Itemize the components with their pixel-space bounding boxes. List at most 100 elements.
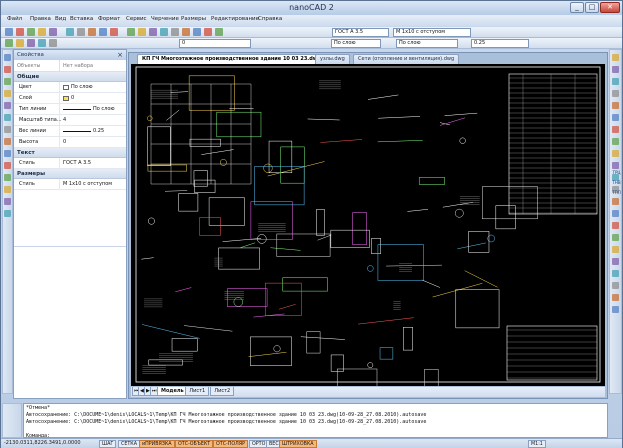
menu-view[interactable]: Вид [55,16,66,22]
property-value[interactable]: М 1х10 с отступом [60,179,126,189]
match-icon[interactable] [127,28,135,36]
property-value[interactable]: По слою [60,104,126,114]
modify-tool-icon[interactable] [612,210,619,217]
property-category[interactable]: Общие [14,72,126,82]
modify-tool-icon[interactable] [612,246,619,253]
property-value[interactable]: По слою [60,82,126,92]
modify-tool-icon[interactable] [612,282,619,289]
linetype-select[interactable]: По слою [396,39,458,48]
selection-row[interactable]: Объекты Нет набора [14,60,126,72]
property-category[interactable]: Текст [14,148,126,158]
spline-tool-icon[interactable] [4,126,11,133]
modify-tool-icon[interactable] [612,54,619,61]
block-tool-icon[interactable] [4,186,11,193]
circle-tool-icon[interactable] [4,78,11,85]
property-row[interactable]: Стиль М 1х10 с отступом [14,179,126,190]
lineweight-select[interactable]: 0.25 [471,39,529,48]
text-tool-icon[interactable] [4,162,11,169]
status-toggle[interactable]: ОТС-ПОЛЯР [213,440,249,448]
command-line[interactable]: *Отмена* Автосохранение: C:\DOCUME~1\deni… [23,403,608,438]
undo-icon[interactable] [99,28,107,36]
maximize-button[interactable]: □ [585,2,599,13]
document-tab[interactable]: КП ГЧ Многоэтажное производственное здан… [137,54,329,64]
ellipse-tool-icon[interactable] [4,138,11,145]
right-panel-label[interactable]: ТНВ [611,180,622,185]
new-icon[interactable] [5,28,13,36]
menu-file[interactable]: Файл [7,16,22,22]
status-toggle[interactable]: ОТС-ОБЪЕКТ [175,440,214,448]
command-panel-grip[interactable] [2,403,22,438]
save-icon[interactable] [27,28,35,36]
modify-tool-icon[interactable] [612,258,619,265]
menu-edit[interactable]: Правка [30,16,51,22]
modify-tool-icon[interactable] [612,78,619,85]
drawing-canvas[interactable] [131,64,605,386]
modify-tool-icon[interactable] [612,102,619,109]
property-value[interactable]: ГОСТ А 3.5 [60,158,126,168]
modify-tool-icon[interactable] [612,138,619,145]
modify-tool-icon[interactable] [612,126,619,133]
layer-manager-icon[interactable] [5,39,13,47]
property-row[interactable]: Тип линии По слою [14,104,126,115]
status-toggle[interactable]: ШАГ [99,440,117,448]
props-icon[interactable] [204,28,212,36]
color-select[interactable]: По слою [331,39,381,48]
layer-select[interactable]: 0 [179,39,251,48]
arc-tool-icon[interactable] [4,90,11,97]
status-toggle[interactable]: иПРИВЯЗКА [139,440,175,448]
zoom-extents-icon[interactable] [171,28,179,36]
modify-tool-icon[interactable] [612,294,619,301]
status-toggle[interactable]: СЕТКА [118,440,140,448]
modify-tool-icon[interactable] [612,234,619,241]
mtext-tool-icon[interactable] [4,174,11,181]
modify-tool-icon[interactable] [612,270,619,277]
layers-icon[interactable] [193,28,201,36]
modify-tool-icon[interactable] [612,198,619,205]
make-current-icon[interactable] [49,39,57,47]
property-row[interactable]: Стиль ГОСТ А 3.5 [14,158,126,169]
copy-icon[interactable] [77,28,85,36]
menu-help[interactable]: Справка [258,16,282,22]
property-row[interactable]: Вес линии 0.25 [14,126,126,137]
sheet-tab[interactable]: Модель [157,387,188,396]
layer-off-icon[interactable] [27,39,35,47]
paste-icon[interactable] [88,28,96,36]
menu-tools[interactable]: Сервис [126,16,147,22]
modify-tool-icon[interactable] [612,90,619,97]
property-value[interactable]: 4 [60,115,126,125]
preview-icon[interactable] [49,28,57,36]
print-icon[interactable] [38,28,46,36]
property-row[interactable]: Слой 0 [14,93,126,104]
polygon-tool-icon[interactable] [4,114,11,121]
right-panel-label[interactable]: ТПП [611,190,622,195]
property-value[interactable]: 0 [60,93,126,103]
zoom-icon[interactable] [149,28,157,36]
hatch-tool-icon[interactable] [4,150,11,157]
layer-lock-icon[interactable] [38,39,46,47]
dimension-tool-icon[interactable] [4,210,11,217]
help-icon[interactable] [215,28,223,36]
layer-state-icon[interactable] [16,39,24,47]
menu-insert[interactable]: Вставка [70,16,93,22]
dim-style-select[interactable]: М 1х10 с отступом [393,28,471,37]
zoom-window-icon[interactable] [160,28,168,36]
modify-tool-icon[interactable] [612,162,619,169]
cut-icon[interactable] [66,28,74,36]
property-category[interactable]: Размеры [14,169,126,179]
modify-tool-icon[interactable] [612,222,619,229]
status-toggle[interactable]: ШТРИХОВКА [279,440,317,448]
modify-tool-icon[interactable] [612,306,619,313]
redo-icon[interactable] [110,28,118,36]
menu-format[interactable]: Формат [98,16,120,22]
sheet-tab[interactable]: Лист2 [210,387,235,396]
property-value[interactable]: 0 [60,137,126,147]
document-tab[interactable]: узлы.dwg [315,54,350,64]
point-tool-icon[interactable] [4,198,11,205]
close-icon[interactable]: × [117,50,123,60]
property-row[interactable]: Масштаб типа... 4 [14,115,126,126]
close-button[interactable]: ✕ [600,2,620,13]
document-tab[interactable]: Сети (отопление и вентиляция).dwg [353,54,460,64]
open-icon[interactable] [16,28,24,36]
line-tool-icon[interactable] [4,54,11,61]
regen-icon[interactable] [182,28,190,36]
